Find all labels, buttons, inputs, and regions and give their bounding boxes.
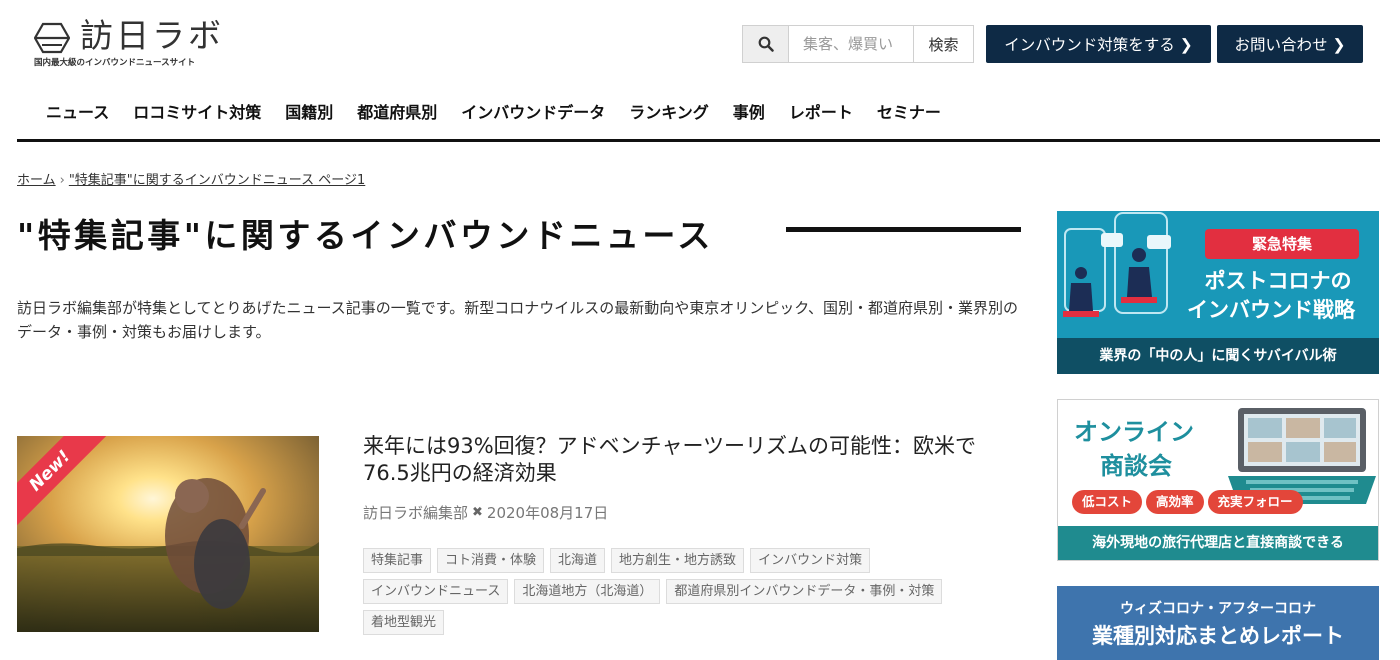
nav-item-report[interactable]: レポート — [789, 99, 853, 123]
tag-link[interactable]: 北海道地方（北海道） — [514, 579, 661, 604]
tag-link[interactable]: 北海道 — [550, 548, 606, 573]
search-submit-button[interactable]: 検索 — [913, 26, 973, 62]
search-bar: 検索 — [742, 25, 974, 63]
hexagon-logo-icon — [34, 22, 70, 54]
nav-item-nationality[interactable]: 国籍別 — [285, 99, 333, 123]
tag-link[interactable]: 都道府県別インバウンドデータ・事例・対策 — [666, 579, 943, 604]
online-meeting-banner[interactable]: オンライン 商談会 低コスト 高効率 充実フォロー 海外現地の旅行代理店と直接商… — [1057, 399, 1379, 561]
article-tags: 特集記事 コト消費・体験 北海道 地方創生・地方誘致 インバウンド対策 インバウ… — [363, 548, 1003, 641]
tag-link[interactable]: 着地型観光 — [363, 610, 445, 635]
search-icon — [758, 36, 774, 52]
pill-low-cost: 低コスト — [1072, 490, 1143, 514]
inbound-cta-button[interactable]: インバウンド対策をする ❯ — [986, 25, 1211, 63]
banner-headline-1: ポストコロナの — [1204, 269, 1352, 293]
nav-item-prefecture[interactable]: 都道府県別 — [357, 99, 437, 123]
site-logo[interactable]: 訪日ラボ 国内最大級のインバウンドニュースサイト — [34, 16, 234, 68]
breadcrumb-current-link[interactable]: "特集記事"に関するインバウンドニュース ページ1 — [69, 173, 365, 188]
tag-link[interactable]: 地方創生・地方誘致 — [611, 548, 745, 573]
logo-tagline: 国内最大級のインバウンドニュースサイト — [34, 58, 196, 68]
banner-feature-pills: 低コスト 高効率 充実フォロー — [1072, 490, 1307, 514]
nav-item-data[interactable]: インバウンドデータ — [461, 99, 605, 123]
banner-subtitle: ウィズコロナ・アフターコロナ — [1120, 601, 1316, 617]
tag-link[interactable]: インバウンドニュース — [363, 579, 509, 604]
contact-button[interactable]: お問い合わせ ❯ — [1217, 25, 1363, 63]
pill-follow-up: 充実フォロー — [1207, 490, 1303, 514]
post-corona-banner[interactable]: 緊急特集 ポストコロナの インバウンド戦略 業界の「中の人」に聞くサバイバル術 — [1057, 211, 1379, 374]
banner-meeting-title: 商談会 — [1100, 452, 1172, 480]
page-title: "特集記事"に関するインバウンドニュース — [17, 216, 714, 255]
with-corona-report-banner[interactable]: ウィズコロナ・アフターコロナ 業種別対応まとめレポート — [1057, 586, 1379, 660]
article-date: 2020年08月17日 — [486, 504, 609, 522]
banner-caption: 業界の「中の人」に聞くサバイバル術 — [1057, 338, 1379, 374]
search-icon-button[interactable] — [743, 26, 789, 62]
breadcrumb-home-link[interactable]: ホーム — [17, 173, 56, 188]
banner-urgent-badge: 緊急特集 — [1205, 229, 1359, 259]
nav-item-news[interactable]: ニュース — [46, 99, 109, 123]
meta-separator-icon: ✖ — [472, 505, 483, 520]
article-title-link[interactable]: 来年には93%回復？アドベンチャーツーリズムの可能性：欧米で76.5兆円の経済効… — [363, 433, 1013, 487]
banner-online-title: オンライン — [1074, 418, 1194, 446]
tag-link[interactable]: インバウンド対策 — [750, 548, 871, 573]
tag-link[interactable]: 特集記事 — [363, 548, 432, 573]
nav-item-seminar[interactable]: セミナー — [877, 99, 941, 123]
breadcrumb-separator: › — [59, 173, 65, 188]
search-input[interactable] — [789, 26, 913, 62]
main-nav: ニュース ロコミサイト対策 国籍別 都道府県別 インバウンドデータ ランキング … — [46, 99, 965, 123]
nav-item-ranking[interactable]: ランキング — [629, 99, 709, 123]
page-intro: 訪日ラボ編集部が特集としてとりあげたニュース記事の一覧です。新型コロナウイルスの… — [17, 299, 1018, 341]
banner-caption: 海外現地の旅行代理店と直接商談できる — [1058, 526, 1378, 560]
banner-title: 業種別対応まとめレポート — [1092, 624, 1344, 648]
article-meta: 訪日ラボ編集部 ✖ 2020年08月17日 — [363, 502, 608, 523]
article-author: 訪日ラボ編集部 — [363, 504, 469, 522]
nav-item-cases[interactable]: 事例 — [733, 99, 765, 123]
nav-divider — [17, 139, 1380, 142]
tag-link[interactable]: コト消費・体験 — [437, 548, 545, 573]
title-underline — [786, 227, 1021, 232]
breadcrumb: ホーム › "特集記事"に関するインバウンドニュース ページ1 — [17, 169, 365, 188]
logo-wordmark: 訪日ラボ — [80, 16, 224, 55]
article-thumbnail[interactable]: New! — [17, 436, 319, 632]
nav-item-review-sites[interactable]: ロコミサイト対策 — [133, 99, 261, 123]
pill-efficiency: 高効率 — [1146, 490, 1204, 514]
banner-headline-2: インバウンド戦略 — [1187, 298, 1355, 322]
